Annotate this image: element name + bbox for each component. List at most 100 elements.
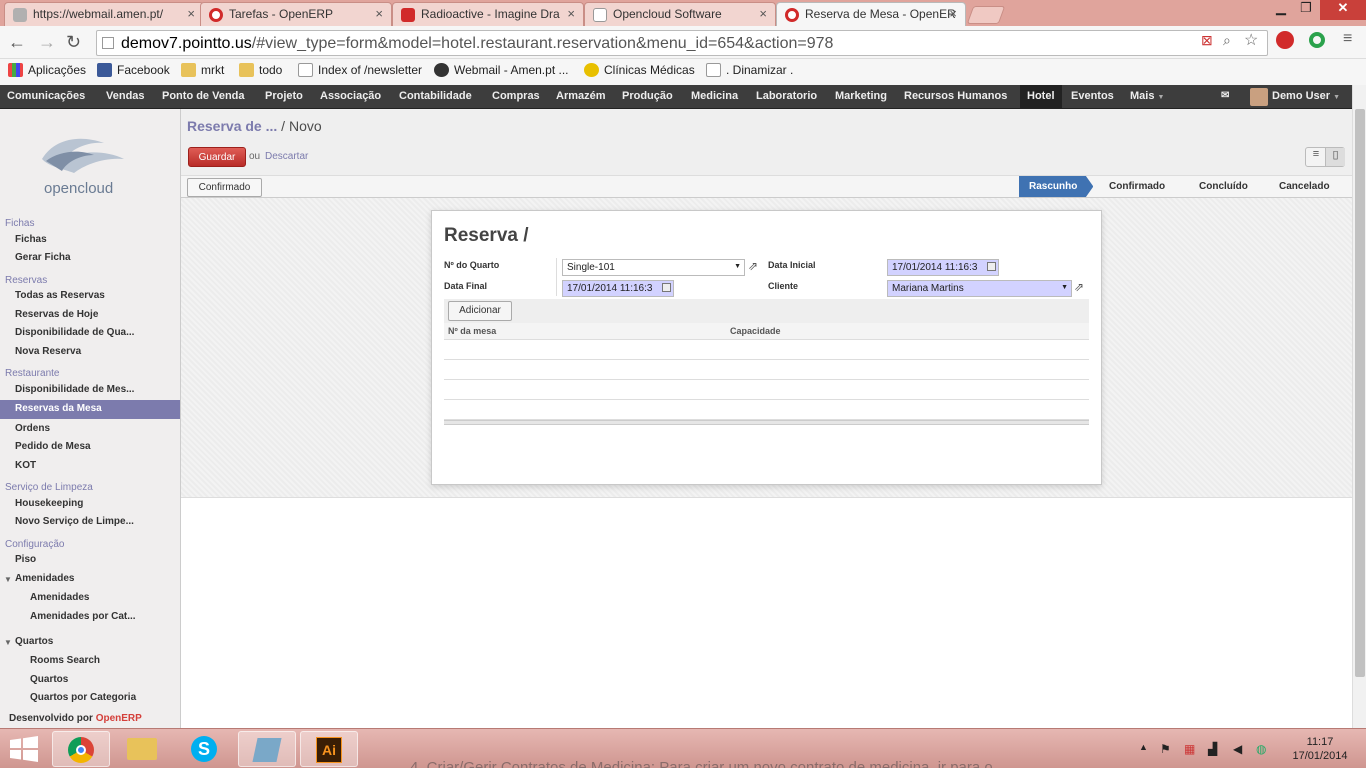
sidebar-group-amenidades[interactable]: Amenidades (15, 573, 74, 584)
sidebar-item-amenidades-categoria[interactable]: Amenidades por Cat... (30, 611, 136, 622)
stage-cancelado[interactable]: Cancelado (1279, 176, 1330, 197)
bookmark-dinamizar[interactable]: . Dinamizar . (706, 63, 793, 77)
taskbar-skype[interactable]: S (176, 731, 234, 767)
menu-producao[interactable]: Produção (622, 90, 673, 102)
calendar-icon[interactable] (987, 262, 996, 271)
minimize-icon[interactable]: ▁ (1266, 0, 1296, 20)
sidebar-item-piso[interactable]: Piso (15, 554, 36, 565)
client-select[interactable]: Mariana Martins ▼ (887, 280, 1072, 297)
user-menu[interactable]: Demo User ▼ (1272, 90, 1340, 102)
sidebar-item-pedido-mesa[interactable]: Pedido de Mesa (15, 441, 91, 452)
menu-hotel[interactable]: Hotel (1020, 85, 1062, 109)
sidebar-item-fichas[interactable]: Fichas (15, 234, 47, 245)
collapse-icon[interactable]: ▼ (4, 575, 12, 584)
sidebar-item-rooms-search[interactable]: Rooms Search (30, 655, 100, 666)
sidebar-item-quartos-categoria[interactable]: Quartos por Categoria (30, 692, 136, 703)
blocked-popup-icon[interactable]: ⊠ (1201, 32, 1213, 49)
back-icon[interactable]: ← (8, 32, 26, 53)
list-view-icon[interactable]: ≡ (1306, 148, 1326, 166)
menu-associacao[interactable]: Associação (320, 90, 381, 102)
menu-comunicacoes[interactable]: Comunicações (7, 90, 85, 102)
calendar-icon[interactable] (662, 283, 671, 292)
taskbar-chrome[interactable] (52, 731, 110, 767)
menu-icon[interactable]: ≡ (1343, 30, 1352, 48)
bookmark-clinicas[interactable]: Clínicas Médicas (584, 63, 695, 77)
start-date-input[interactable]: 17/01/2014 11:16:3 (887, 259, 999, 276)
taskbar-explorer[interactable] (114, 731, 172, 767)
menu-recursos-humanos[interactable]: Recursos Humanos (904, 90, 1007, 102)
breadcrumb-parent[interactable]: Reserva de ... (187, 118, 277, 134)
browser-tab-reserva[interactable]: Reserva de Mesa - OpenER × (776, 2, 966, 26)
mail-icon[interactable]: ✉ (1221, 90, 1229, 101)
address-bar[interactable]: demov7.pointto.us/#view_type=form&model=… (96, 30, 1268, 56)
column-header-table-number[interactable]: Nº da mesa (448, 326, 496, 336)
avatar[interactable] (1250, 88, 1268, 106)
signal-icon[interactable]: ▟ (1208, 742, 1217, 756)
browser-tab-tarefas[interactable]: Tarefas - OpenERP × (200, 2, 392, 26)
close-icon[interactable]: × (375, 6, 383, 21)
menu-vendas[interactable]: Vendas (106, 90, 145, 102)
menu-medicina[interactable]: Medicina (691, 90, 738, 102)
sidebar-item-amenidades[interactable]: Amenidades (30, 592, 89, 603)
star-icon[interactable]: ☆ (1244, 30, 1258, 50)
bookmark-apps[interactable]: Aplicações (8, 63, 86, 77)
close-icon[interactable]: × (567, 6, 575, 21)
flag-icon[interactable]: ⚑ (1160, 742, 1171, 756)
sidebar-item-quartos[interactable]: Quartos (30, 674, 68, 685)
sidebar-item-novo-servico-limpeza[interactable]: Novo Serviço de Limpe... (15, 516, 134, 527)
volume-icon[interactable]: ◀ (1233, 742, 1242, 756)
forward-icon[interactable]: → (38, 32, 56, 53)
column-header-capacity[interactable]: Capacidade (730, 326, 781, 336)
sidebar-item-ordens[interactable]: Ordens (15, 423, 50, 434)
form-view-icon[interactable]: ▯ (1325, 148, 1345, 166)
scrollbar-thumb[interactable] (1355, 109, 1365, 677)
confirm-button[interactable]: Confirmado (187, 178, 262, 197)
menu-ponto-de-venda[interactable]: Ponto de Venda (162, 90, 245, 102)
collapse-icon[interactable]: ▼ (4, 638, 12, 647)
menu-armazem[interactable]: Armazém (556, 90, 606, 102)
menu-laboratorio[interactable]: Laboratorio (756, 90, 817, 102)
external-link-icon[interactable]: ⇗ (1074, 280, 1084, 294)
close-icon[interactable]: × (187, 6, 195, 21)
browser-tab-webmail[interactable]: https://webmail.amen.pt/ × (4, 2, 204, 26)
sidebar-item-housekeeping[interactable]: Housekeeping (15, 498, 83, 509)
extension-icon[interactable] (1276, 31, 1294, 49)
taskbar-notepad[interactable] (238, 731, 296, 767)
maximize-icon[interactable]: ❐ (1294, 0, 1318, 20)
page-scrollbar[interactable] (1352, 85, 1366, 728)
end-date-input[interactable]: 17/01/2014 11:16:3 (562, 280, 674, 297)
bookmark-facebook[interactable]: Facebook (97, 63, 170, 77)
menu-eventos[interactable]: Eventos (1071, 90, 1114, 102)
sidebar-group-quartos[interactable]: Quartos (15, 636, 53, 647)
system-clock[interactable]: 11:17 17/01/2014 (1290, 735, 1350, 763)
stage-concluido[interactable]: Concluído (1199, 176, 1248, 197)
openerp-link[interactable]: OpenERP (96, 713, 142, 724)
sidebar-item-nova-reserva[interactable]: Nova Reserva (15, 346, 81, 357)
browser-tab-radioactive[interactable]: Radioactive - Imagine Dra × (392, 2, 584, 26)
sync-icon[interactable]: ◍ (1256, 742, 1266, 756)
menu-contabilidade[interactable]: Contabilidade (399, 90, 472, 102)
stage-confirmado[interactable]: Confirmado (1109, 176, 1165, 197)
sidebar-item-disponibilidade-quartos[interactable]: Disponibilidade de Qua... (15, 327, 134, 338)
bookmark-webmail[interactable]: Webmail - Amen.pt ... (434, 63, 569, 77)
sidebar-item-kot[interactable]: KOT (15, 460, 36, 471)
browser-tab-opencloud[interactable]: Opencloud Software × (584, 2, 776, 26)
extension-icon[interactable] (1309, 32, 1325, 48)
close-icon[interactable]: × (949, 6, 957, 21)
room-select[interactable]: Single-101 ▼ (562, 259, 745, 276)
windows-start-icon[interactable] (8, 735, 40, 763)
sidebar-item-disponibilidade-mesas[interactable]: Disponibilidade de Mes... (15, 384, 134, 395)
sidebar-item-todas-reservas[interactable]: Todas as Reservas (15, 290, 105, 301)
discard-link[interactable]: Descartar (265, 151, 308, 162)
external-link-icon[interactable]: ⇗ (748, 259, 758, 273)
taskbar-illustrator[interactable]: Ai (300, 731, 358, 767)
reload-icon[interactable]: ↻ (66, 32, 81, 53)
new-tab-button[interactable] (966, 6, 1006, 24)
bookmark-folder[interactable]: todo (239, 63, 282, 77)
add-line-button[interactable]: Adicionar (448, 301, 512, 321)
menu-mais[interactable]: Mais ▼ (1130, 90, 1164, 102)
bookmark-newsletter[interactable]: Index of /newsletter (298, 63, 422, 77)
chevron-up-icon[interactable]: ▲ (1139, 742, 1148, 752)
search-icon[interactable]: ⌕ (1223, 32, 1231, 49)
sidebar-item-reservas-hoje[interactable]: Reservas de Hoje (15, 309, 98, 320)
